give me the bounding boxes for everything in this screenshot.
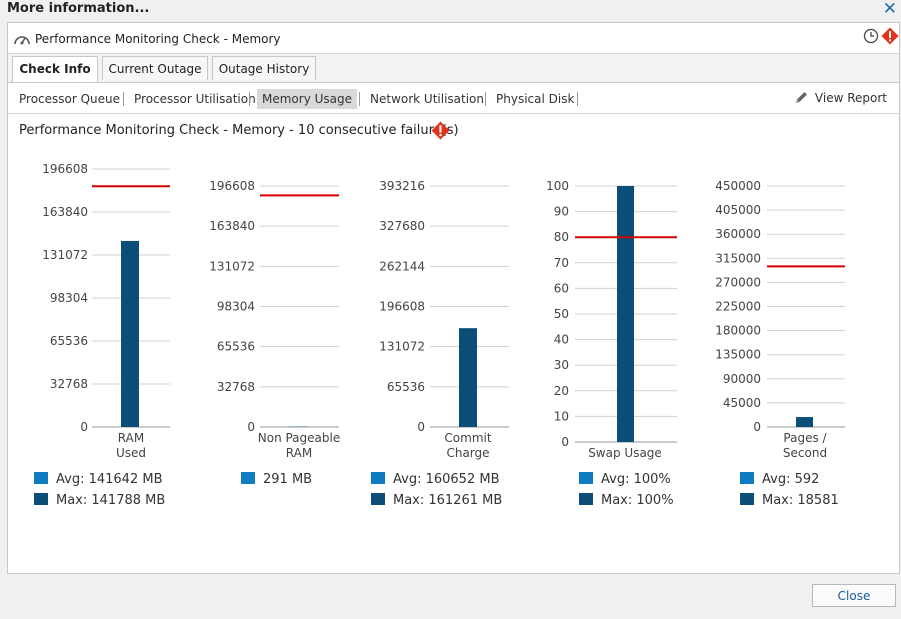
clock-icon[interactable]	[863, 28, 879, 48]
subtab-physical-disk[interactable]: Physical Disk	[496, 89, 574, 109]
subtab-memory-usage[interactable]: Memory Usage	[257, 89, 358, 109]
legend-row: Avg: 100%	[579, 469, 674, 490]
legend-swap-usage: Avg: 100% Max: 100%	[579, 469, 674, 511]
legend-pages-per-second: Avg: 592 Max: 18581	[740, 469, 839, 511]
window-titlebar: More information... ✕	[0, 0, 901, 20]
legend-text: Avg: 141642 MB	[56, 472, 163, 487]
tab-check-info[interactable]: Check Info	[12, 56, 98, 82]
panel-title: Performance Monitoring Check - Memory	[35, 32, 281, 46]
tab-current-outage[interactable]: Current Outage	[102, 56, 208, 80]
divider	[249, 92, 250, 106]
legend-text: 291 MB	[263, 472, 313, 487]
avg-swatch	[241, 472, 255, 484]
legend-text: Max: 141788 MB	[56, 493, 166, 508]
view-report-label: View Report	[814, 91, 887, 105]
legend-row: Max: 161261 MB	[371, 490, 502, 511]
pencil-icon	[795, 92, 807, 103]
legend-row: Avg: 592	[740, 469, 839, 490]
legend-text: Avg: 592	[762, 472, 820, 487]
avg-swatch	[34, 472, 48, 484]
legend-row: Avg: 160652 MB	[371, 469, 502, 490]
window-title: More information...	[7, 1, 150, 16]
tab-outage-history[interactable]: Outage History	[212, 56, 316, 80]
panel-header: Performance Monitoring Check - Memory	[8, 23, 899, 54]
metric-subnav: Processor Queue Processor Utilisation Me…	[8, 83, 899, 114]
chart-heading: Performance Monitoring Check - Memory - …	[19, 123, 459, 138]
tab-bar: Check Info Current Outage Outage History	[8, 54, 899, 83]
avg-swatch	[740, 472, 754, 484]
legend-text: Max: 18581	[762, 493, 839, 508]
legend-commit-charge: Avg: 160652 MB Max: 161261 MB	[371, 469, 502, 511]
max-swatch	[34, 493, 48, 505]
legend-row: Max: 141788 MB	[34, 490, 165, 511]
subtab-network-utilisation[interactable]: Network Utilisation	[370, 89, 484, 109]
divider	[577, 92, 578, 106]
max-swatch	[740, 493, 754, 505]
close-button[interactable]: Close	[812, 584, 896, 607]
divider	[485, 92, 486, 106]
warning-icon	[431, 121, 450, 144]
divider	[123, 92, 124, 106]
legend-text: Avg: 100%	[601, 472, 671, 487]
view-report-button[interactable]: View Report	[794, 90, 887, 105]
legend-text: Max: 161261 MB	[393, 493, 503, 508]
legend-row: Avg: 141642 MB	[34, 469, 165, 490]
warning-icon	[881, 27, 899, 49]
subtab-processor-utilisation[interactable]: Processor Utilisation	[134, 89, 256, 109]
divider	[359, 92, 360, 106]
legend-ram-used: Avg: 141642 MB Max: 141788 MB	[34, 469, 165, 511]
max-swatch	[371, 493, 385, 505]
close-icon[interactable]: ✕	[883, 0, 897, 19]
legend-row: Max: 18581	[740, 490, 839, 511]
avg-swatch	[371, 472, 385, 484]
legend-row: Max: 100%	[579, 490, 674, 511]
legend-text: Max: 100%	[601, 493, 674, 508]
legend-row: 291 MB	[241, 469, 312, 490]
max-swatch	[579, 493, 593, 505]
gauge-icon	[13, 31, 31, 50]
subtab-processor-queue[interactable]: Processor Queue	[19, 89, 120, 109]
avg-swatch	[579, 472, 593, 484]
legend-text: Avg: 160652 MB	[393, 472, 500, 487]
legend-non-pageable-ram: 291 MB	[241, 469, 312, 490]
